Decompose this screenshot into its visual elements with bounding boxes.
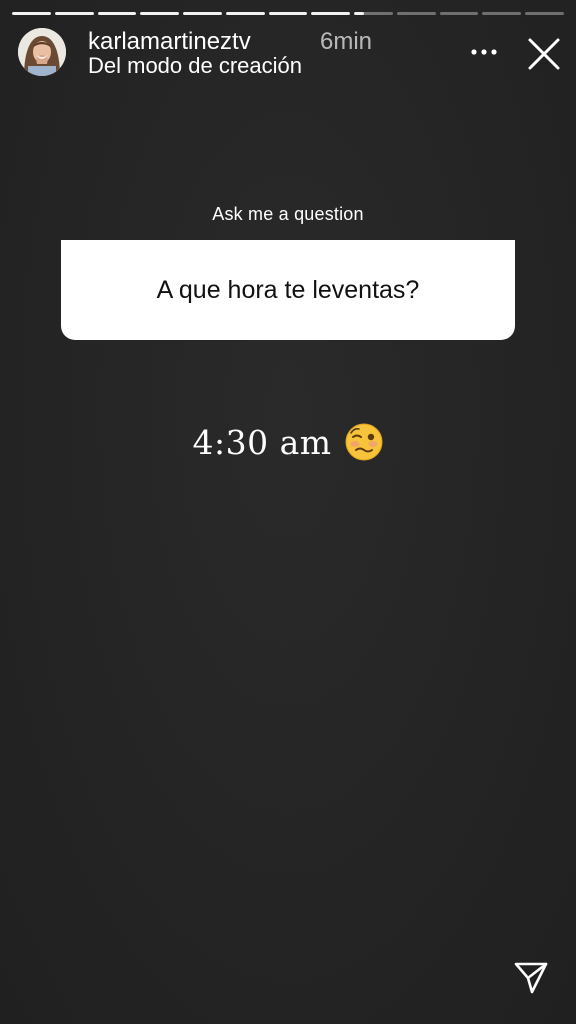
close-button[interactable]	[524, 34, 564, 74]
progress-segment-fill	[12, 12, 51, 15]
username[interactable]: karlamartineztv	[88, 28, 251, 56]
progress-segment	[482, 12, 522, 15]
progress-segment	[525, 12, 564, 15]
story-viewer[interactable]: karlamartineztv 6min Del modo de creació…	[0, 0, 576, 1024]
progress-segment-fill	[140, 12, 180, 15]
progress-segment	[396, 12, 436, 15]
progress-segment	[311, 12, 351, 15]
story-source-label[interactable]: Del modo de creación	[88, 53, 302, 79]
question-sticker[interactable]: Ask me a question A que hora te leventas…	[61, 188, 515, 340]
progress-segment	[439, 12, 479, 15]
answer-row: 4:30 am	[0, 414, 576, 470]
direct-send-icon	[514, 962, 548, 994]
more-options-button[interactable]	[468, 36, 500, 68]
progress-segment-fill	[183, 12, 222, 15]
progress-segment	[97, 12, 137, 15]
progress-segment-fill	[225, 12, 265, 15]
avatar-image	[18, 28, 66, 76]
answer-text: 4:30 am	[192, 422, 332, 462]
progress-segment-fill	[97, 12, 137, 15]
progress-segment	[225, 12, 265, 15]
close-icon	[528, 38, 560, 70]
more-horizontal-icon	[471, 49, 497, 55]
question-prompt: Ask me a question	[212, 203, 364, 224]
progress-segment	[54, 12, 94, 15]
progress-segment	[268, 12, 308, 15]
progress-segment-fill	[54, 12, 94, 15]
progress-segment-fill	[268, 12, 308, 15]
progress-segment-fill	[311, 12, 351, 15]
send-button[interactable]	[511, 958, 551, 998]
progress-segment	[12, 12, 51, 15]
profile-avatar[interactable]	[18, 28, 66, 76]
progress-segment	[140, 12, 180, 15]
question-text: A que hora te leventas?	[61, 240, 515, 340]
post-time: 6min	[320, 28, 373, 55]
woozy-face-icon	[345, 423, 383, 461]
story-progress-bar	[12, 12, 564, 15]
progress-segment-fill	[354, 12, 364, 15]
story-header: karlamartineztv 6min Del modo de creació…	[18, 28, 564, 78]
progress-segment	[354, 12, 393, 15]
progress-segment	[183, 12, 222, 15]
